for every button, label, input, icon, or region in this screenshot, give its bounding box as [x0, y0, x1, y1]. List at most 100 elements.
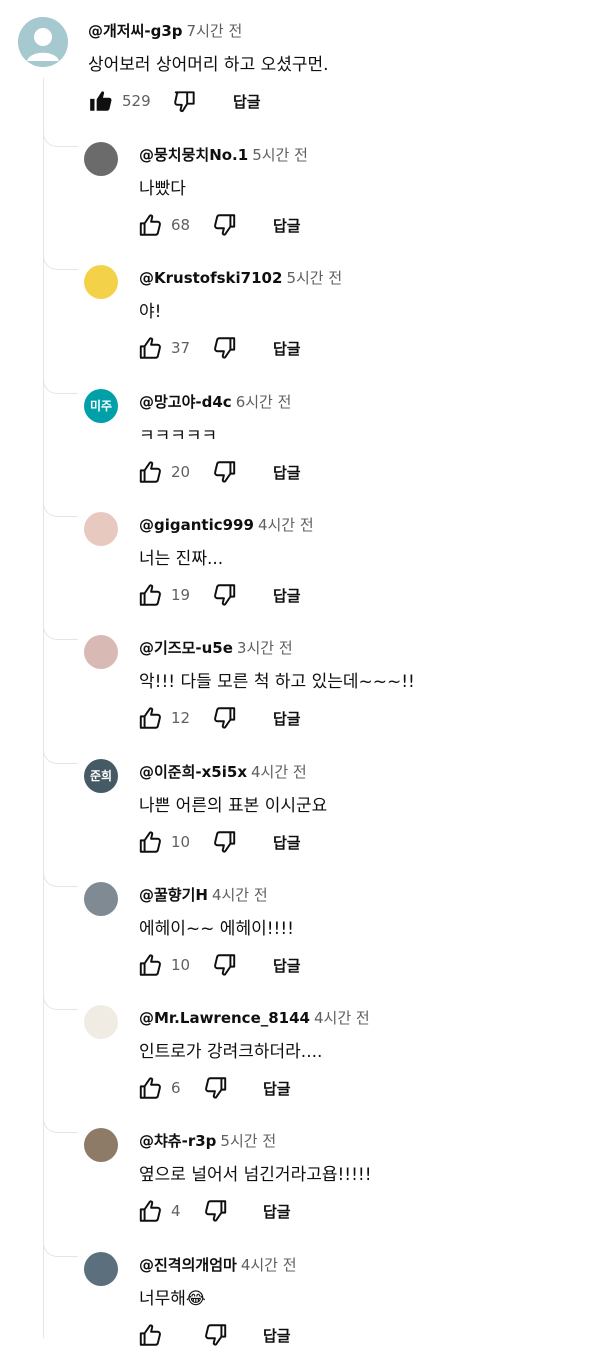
reply-button[interactable]: 답글: [273, 955, 301, 976]
thumbs-up-icon[interactable]: [137, 1322, 163, 1348]
avatar[interactable]: [84, 1128, 118, 1163]
comment-actions: 10 답글: [137, 952, 357, 980]
thumbs-up-filled-icon[interactable]: [88, 88, 114, 114]
like-count: 68: [171, 216, 191, 234]
comment-header: @이준희-x5i5x 4시간 전: [139, 761, 307, 782]
thumbs-down-icon[interactable]: [212, 829, 238, 855]
reply-button[interactable]: 답글: [263, 1201, 291, 1222]
thumbs-down-icon[interactable]: [203, 1322, 229, 1348]
timestamp[interactable]: 4시간 전: [258, 516, 314, 534]
comment-header: @망고야-d4c 6시간 전: [139, 391, 291, 412]
timestamp[interactable]: 4시간 전: [251, 763, 307, 781]
thumbs-down-icon[interactable]: [212, 705, 238, 731]
author-name[interactable]: @Krustofski7102: [139, 269, 282, 287]
reply-comment: @기즈모-u5e 3시간 전 악!!! 다들 모른 척 하고 있는데~~~!! 12 답…: [0, 617, 600, 737]
thumbs-up-icon[interactable]: [137, 952, 163, 978]
thumbs-up-icon[interactable]: [137, 335, 163, 361]
comment-text: 악!!! 다들 모른 척 하고 있는데~~~!!: [139, 672, 415, 693]
reply-comment: 준희 @이준희-x5i5x 4시간 전 나쁜 어른의 표본 이시군요 10 답글: [0, 740, 600, 861]
thumbs-up-icon[interactable]: [137, 212, 163, 238]
avatar[interactable]: [84, 265, 118, 300]
like-count: 37: [171, 339, 191, 358]
avatar[interactable]: [84, 1251, 118, 1286]
comment-header: @Mr.Lawrence_8144 4시간 전: [139, 1007, 370, 1028]
reply-comment: @꿀향기H 4시간 전에헤이~~ 에헤이!!!! 10 답글: [0, 863, 600, 984]
reply-button[interactable]: 답글: [273, 338, 301, 359]
reply-connector: [43, 493, 78, 517]
timestamp[interactable]: 5시간 전: [286, 269, 342, 287]
comment-actions: 68 답글: [137, 212, 357, 240]
author-name[interactable]: @진격의개엄마: [139, 1256, 237, 1274]
avatar[interactable]: [84, 635, 118, 670]
comment-text: 에헤이~~ 에헤이!!!!: [139, 918, 294, 939]
comment-text: 인트로가 강려크하더라....: [139, 1042, 323, 1063]
reply-connector: [43, 247, 78, 271]
comment-text: 너는 진짜...: [139, 548, 224, 569]
comment-header: @Krustofski7102 5시간 전: [139, 267, 342, 288]
author-name[interactable]: @개저씨-g3p: [88, 22, 183, 40]
comment-actions: 10 답글: [137, 829, 357, 857]
thumbs-down-icon[interactable]: [212, 212, 238, 238]
timestamp[interactable]: 4시간 전: [241, 1256, 297, 1274]
thumbs-up-icon[interactable]: [137, 459, 163, 485]
comment-header: @챠츄-r3p 5시간 전: [139, 1130, 276, 1151]
comment-actions: 19 답글: [137, 582, 357, 610]
author-name[interactable]: @이준희-x5i5x: [139, 763, 247, 781]
comment-header: @뭉치뭉치No.1 5시간 전: [139, 144, 308, 165]
timestamp[interactable]: 5시간 전: [220, 1132, 276, 1150]
comment-actions: 37 답글: [137, 335, 357, 363]
thumbs-down-icon[interactable]: [212, 335, 238, 361]
timestamp[interactable]: 5시간 전: [252, 146, 308, 164]
author-name[interactable]: @gigantic999: [139, 516, 254, 534]
author-name[interactable]: @뭉치뭉치No.1: [139, 146, 248, 164]
thumbs-up-icon[interactable]: [137, 582, 163, 608]
reply-button[interactable]: 답글: [273, 215, 301, 236]
author-name[interactable]: @Mr.Lawrence_8144: [139, 1009, 310, 1027]
thumbs-down-icon[interactable]: [212, 459, 238, 485]
comment-text: 야!: [139, 302, 162, 323]
timestamp[interactable]: 3시간 전: [237, 639, 293, 657]
reply-button[interactable]: 답글: [233, 91, 261, 112]
thumbs-down-icon[interactable]: [212, 952, 238, 978]
avatar[interactable]: [18, 17, 68, 67]
reply-button[interactable]: 답글: [273, 585, 301, 606]
avatar[interactable]: [84, 142, 118, 176]
thumbs-up-icon[interactable]: [137, 829, 163, 855]
reply-button[interactable]: 답글: [263, 1078, 291, 1099]
thumbs-up-icon[interactable]: [137, 1198, 163, 1224]
reply-button[interactable]: 답글: [263, 1325, 291, 1346]
comment-actions: 20 답글: [137, 459, 357, 487]
thumbs-down-icon[interactable]: [203, 1198, 229, 1224]
timestamp[interactable]: 6시간 전: [236, 393, 292, 411]
author-name[interactable]: @망고야-d4c: [139, 393, 232, 411]
reply-button[interactable]: 답글: [273, 832, 301, 853]
avatar[interactable]: [84, 881, 118, 916]
reply-connector: [43, 987, 78, 1011]
comment-actions: 4 답글: [137, 1198, 357, 1226]
author-name[interactable]: @챠츄-r3p: [139, 1132, 216, 1150]
thumbs-up-icon[interactable]: [137, 705, 163, 731]
reply-button[interactable]: 답글: [273, 708, 301, 729]
author-name[interactable]: @꿀향기H: [139, 886, 208, 904]
author-name[interactable]: @기즈모-u5e: [139, 639, 233, 657]
avatar[interactable]: [84, 1005, 118, 1040]
timestamp[interactable]: 7시간 전: [187, 22, 243, 40]
timestamp[interactable]: 4시간 전: [314, 1009, 370, 1027]
like-count: 6: [171, 1079, 181, 1098]
reply-button[interactable]: 답글: [273, 462, 301, 483]
reply-connector: [43, 1233, 78, 1257]
like-count: 10: [171, 955, 191, 974]
avatar[interactable]: 미주: [84, 388, 118, 423]
comment-text: 옆으로 널어서 넘긴거라고욥!!!!!: [139, 1165, 372, 1186]
reply-comment: @진격의개엄마 4시간 전 너무해😂 답글: [0, 1233, 600, 1354]
thumbs-down-icon[interactable]: [212, 582, 238, 608]
thumbs-down-icon[interactable]: [203, 1075, 229, 1101]
like-count: 19: [171, 585, 191, 604]
timestamp[interactable]: 4시간 전: [212, 886, 268, 904]
avatar[interactable]: [84, 511, 118, 546]
thumbs-up-icon[interactable]: [137, 1075, 163, 1101]
avatar[interactable]: 준희: [84, 758, 118, 793]
thumbs-down-icon[interactable]: [172, 88, 198, 114]
avatar-initials: 준희: [89, 769, 113, 783]
comment-header: @진격의개엄마 4시간 전: [139, 1254, 297, 1275]
